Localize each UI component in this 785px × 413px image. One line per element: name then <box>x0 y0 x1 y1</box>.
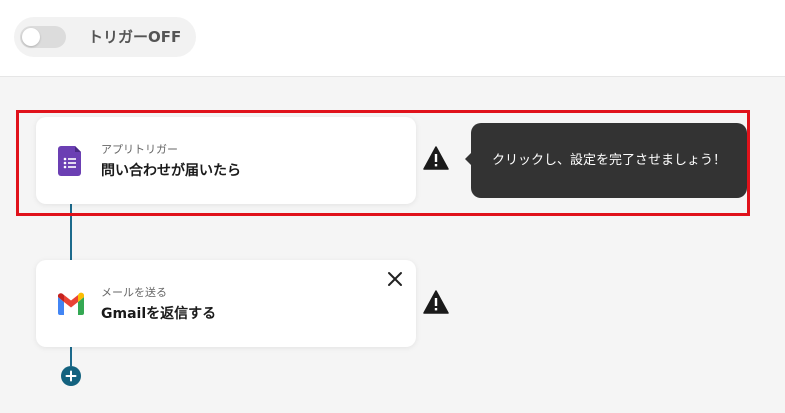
trigger-step-card[interactable]: アプリトリガー 問い合わせが届いたら <box>36 117 416 204</box>
flow-connector-line <box>70 346 72 366</box>
step-title: 問い合わせが届いたら <box>101 163 241 179</box>
warning-icon <box>423 146 449 170</box>
step-type-label: アプリトリガー <box>101 143 178 156</box>
step-title: Gmailを返信する <box>101 306 217 322</box>
top-bar: トリガーOFF <box>0 0 785 77</box>
gmail-icon <box>58 292 84 315</box>
step-type-label: メールを送る <box>101 286 167 299</box>
warning-icon <box>423 290 449 314</box>
tooltip-arrow <box>465 153 471 165</box>
setup-tooltip: クリックし、設定を完了させましょう！ <box>465 123 747 198</box>
plus-icon <box>65 370 77 382</box>
google-forms-icon <box>58 146 81 176</box>
add-step-button[interactable] <box>61 366 81 386</box>
trigger-toggle-switch[interactable] <box>20 26 66 48</box>
action-step-card[interactable]: メールを送る Gmailを返信する <box>36 260 416 347</box>
tooltip-text: クリックし、設定を完了させましょう！ <box>491 153 726 168</box>
toggle-knob <box>22 28 40 46</box>
trigger-status-label: トリガーOFF <box>88 28 182 46</box>
close-icon[interactable] <box>386 270 404 288</box>
